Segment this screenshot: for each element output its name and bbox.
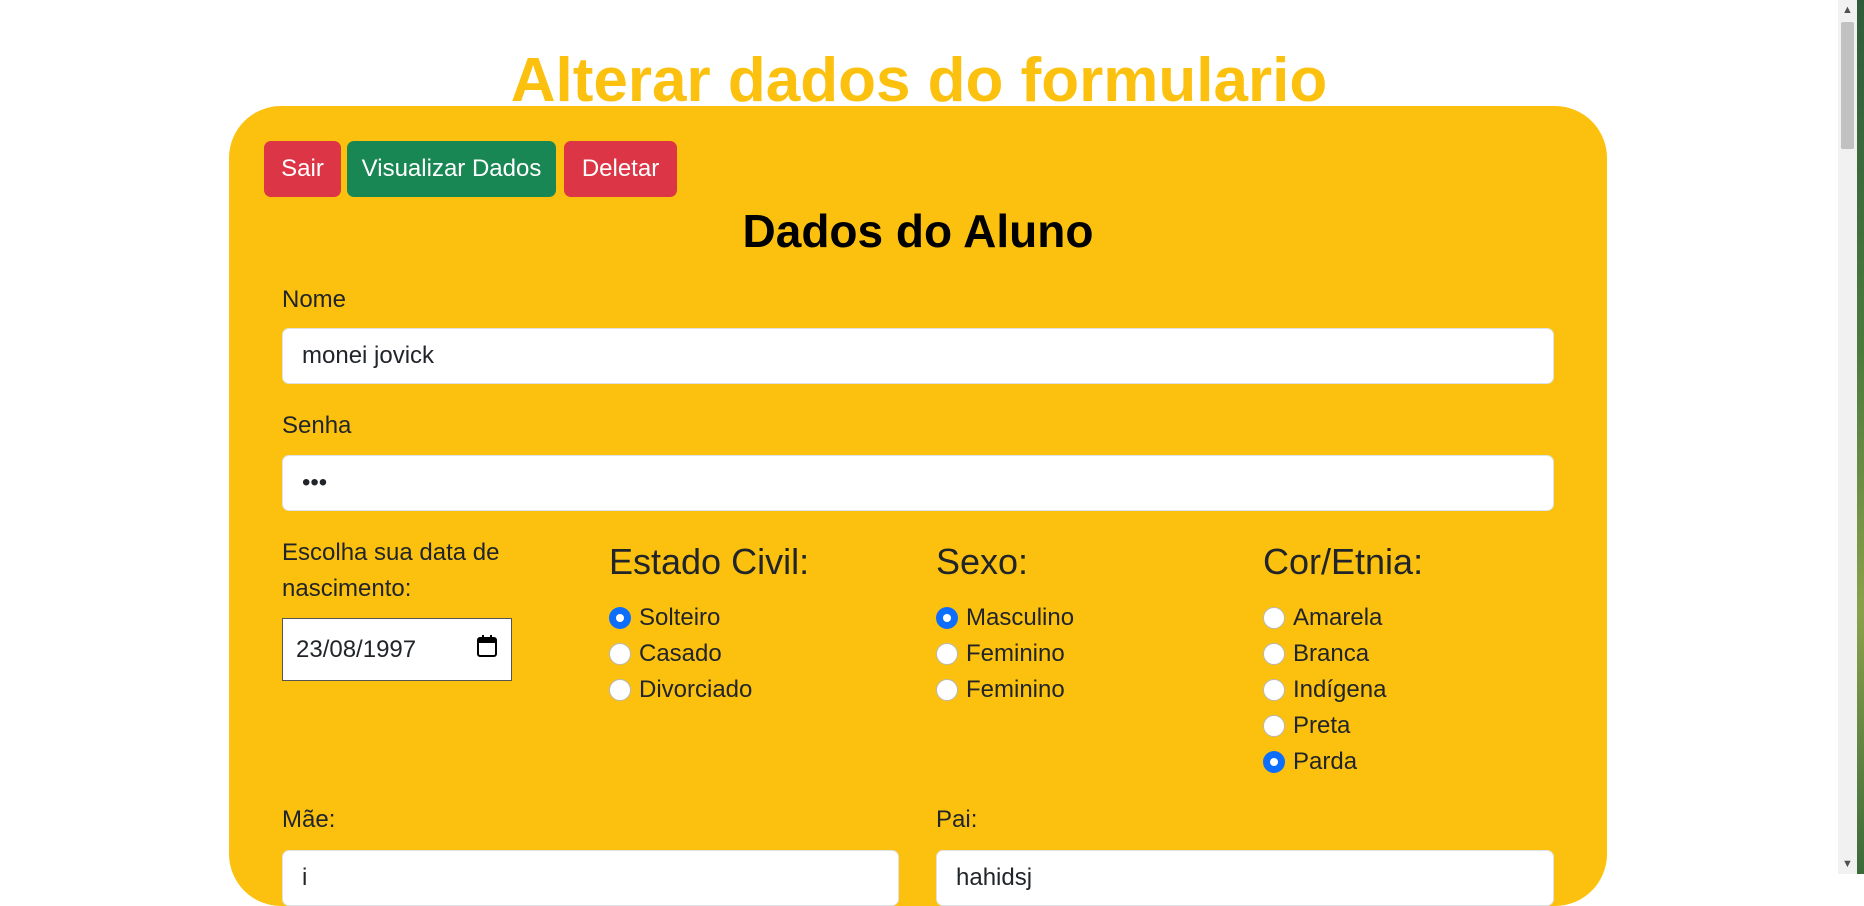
ethnicity-option-parda[interactable]: Parda — [1263, 744, 1357, 780]
name-input[interactable]: monei jovick — [282, 328, 1554, 384]
birthdate-input[interactable]: 23/08/1997 — [282, 618, 512, 681]
sex-option-label: Masculino — [966, 604, 1075, 631]
radio-unchecked-icon[interactable] — [1263, 643, 1285, 665]
exit-button[interactable]: Sair — [264, 141, 341, 197]
marital-option-divorciado[interactable]: Divorciado — [609, 672, 752, 708]
scrollbar-thumb[interactable] — [1841, 22, 1854, 149]
ethnicity-option-label: Preta — [1293, 712, 1351, 739]
name-label: Nome — [282, 286, 347, 313]
marital-option-casado[interactable]: Casado — [609, 636, 722, 672]
vertical-scrollbar[interactable]: ▲ ▼ — [1838, 0, 1857, 874]
calendar-icon[interactable] — [476, 634, 498, 665]
marital-option-label: Casado — [639, 640, 722, 667]
radio-unchecked-icon[interactable] — [936, 679, 958, 701]
ethnicity-option-amarela[interactable]: Amarela — [1263, 600, 1382, 636]
radio-unchecked-icon[interactable] — [936, 643, 958, 665]
background-window-edge — [1857, 0, 1864, 874]
sex-option-masculino[interactable]: Masculino — [936, 600, 1074, 636]
marital-option-label: Divorciado — [639, 676, 753, 703]
sex-title: Sexo: — [936, 541, 1029, 582]
password-label: Senha — [282, 412, 352, 439]
radio-unchecked-icon[interactable] — [1263, 607, 1285, 629]
sex-option-label: Feminino — [966, 676, 1065, 703]
mother-input[interactable]: i — [282, 850, 899, 906]
radio-unchecked-icon[interactable] — [1263, 679, 1285, 701]
password-input[interactable]: ••• — [282, 455, 1554, 511]
ethnicity-option-label: Branca — [1293, 640, 1370, 667]
birthdate-value: 23/08/1997 — [296, 635, 417, 663]
delete-button[interactable]: Deletar — [564, 141, 677, 197]
mother-label: Mãe: — [282, 806, 336, 833]
radio-unchecked-icon[interactable] — [609, 643, 631, 665]
section-title: Dados do Aluno — [742, 205, 1094, 257]
ethnicity-title: Cor/Etnia: — [1263, 541, 1424, 582]
father-input[interactable]: hahidsj — [936, 850, 1554, 906]
sex-option-feminino[interactable]: Feminino — [936, 636, 1065, 672]
view-data-button[interactable]: Visualizar Dados — [347, 141, 556, 197]
marital-option-label: Solteiro — [639, 604, 721, 631]
radio-checked-icon[interactable] — [609, 607, 631, 629]
sex-option-label: Feminino — [966, 640, 1065, 667]
ethnicity-option-branca[interactable]: Branca — [1263, 636, 1369, 672]
radio-unchecked-icon[interactable] — [1263, 715, 1285, 737]
radio-checked-icon[interactable] — [1263, 751, 1285, 773]
marital-option-solteiro[interactable]: Solteiro — [609, 600, 720, 636]
ethnicity-option-label: Indígena — [1293, 676, 1387, 703]
radio-unchecked-icon[interactable] — [609, 679, 631, 701]
scroll-down-arrow-icon[interactable]: ▼ — [1842, 858, 1853, 870]
ethnicity-option-label: Amarela — [1293, 604, 1383, 631]
ethnicity-option-indigena[interactable]: Indígena — [1263, 672, 1386, 708]
father-label: Pai: — [936, 806, 978, 833]
form-card: Sair Visualizar Dados Deletar Dados do A… — [229, 106, 1607, 906]
birthdate-label: Escolha sua data de nascimento: — [282, 539, 500, 602]
ethnicity-option-preta[interactable]: Preta — [1263, 708, 1350, 744]
sex-option-feminino-2[interactable]: Feminino — [936, 672, 1065, 708]
marital-title: Estado Civil: — [609, 541, 810, 582]
radio-checked-icon[interactable] — [936, 607, 958, 629]
ethnicity-option-label: Parda — [1293, 748, 1358, 775]
scroll-up-arrow-icon[interactable]: ▲ — [1842, 4, 1853, 16]
